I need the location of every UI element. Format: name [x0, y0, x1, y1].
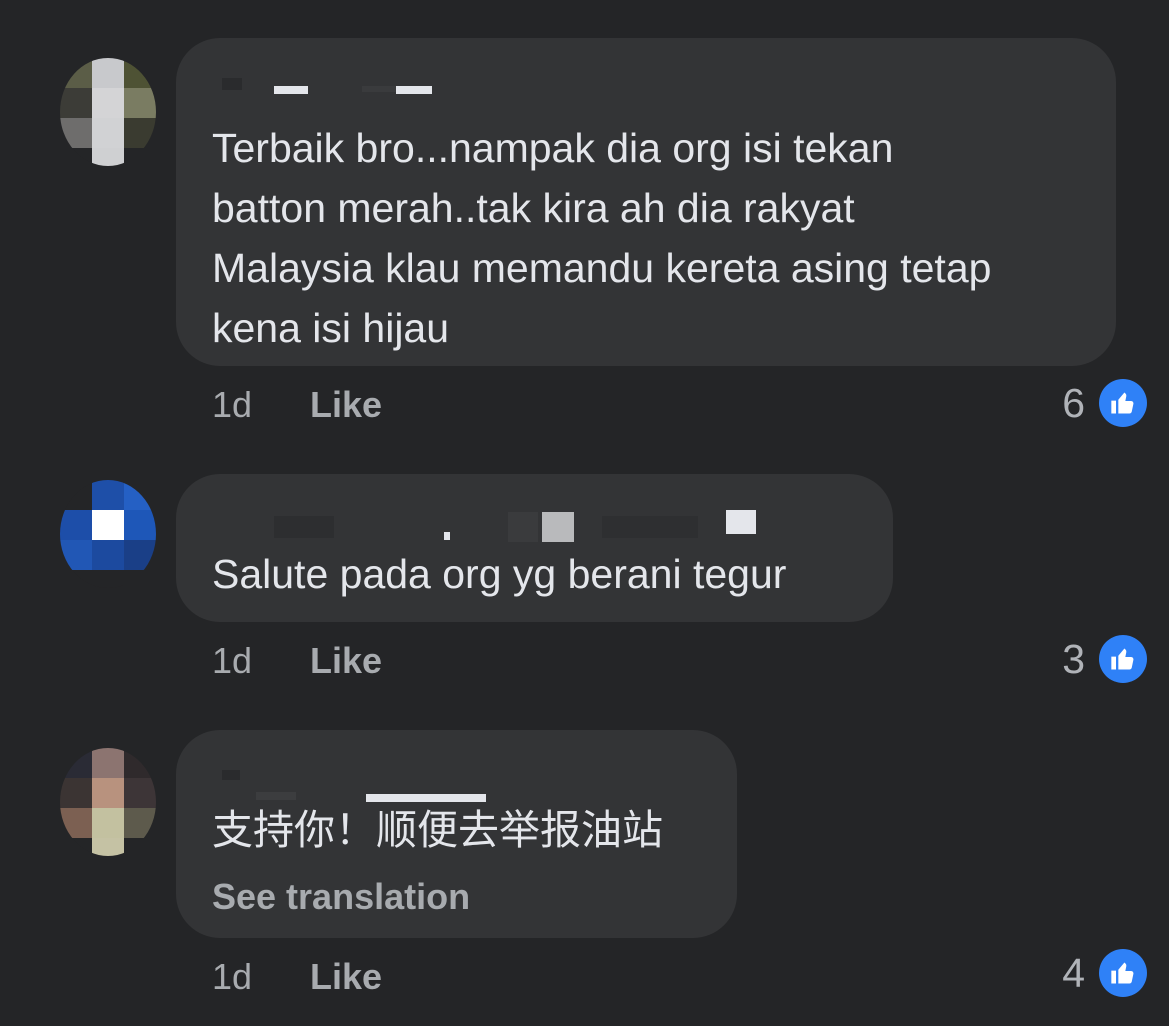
thumbs-up-icon	[1099, 635, 1147, 683]
comment-timestamp[interactable]: 1d	[212, 384, 300, 426]
comment-meta: 1d Like	[212, 640, 382, 682]
comment-bubble: 支持你！顺便去举报油站 See translation	[176, 730, 737, 938]
author-name-redacted[interactable]	[212, 492, 756, 542]
comment-text-line: 支持你！顺便去举报油站	[212, 807, 663, 853]
comment-text: 支持你！顺便去举报油站	[212, 800, 663, 860]
author-name-redacted[interactable]	[212, 56, 512, 96]
reaction-summary[interactable]: 3	[1062, 634, 1147, 684]
comment-text-line: Terbaik bro...nampak dia org isi tekan	[212, 125, 894, 171]
comment-text-line: Malaysia klau memandu kereta asing tetap	[212, 245, 992, 291]
reaction-count: 4	[1062, 949, 1085, 996]
reaction-count: 3	[1062, 635, 1085, 682]
comment-text: Terbaik bro...nampak dia org isi tekan b…	[212, 118, 991, 358]
like-button[interactable]: Like	[310, 956, 382, 997]
like-button[interactable]: Like	[310, 640, 382, 681]
avatar[interactable]	[60, 748, 156, 856]
comment-meta: 1d Like	[212, 384, 382, 426]
see-translation-link[interactable]: See translation	[212, 876, 470, 918]
comment-meta: 1d Like	[212, 956, 382, 998]
avatar[interactable]	[60, 480, 156, 588]
comment-bubble: Terbaik bro...nampak dia org isi tekan b…	[176, 38, 1116, 366]
comment-text-line: Salute pada org yg berani tegur	[212, 551, 787, 597]
author-name-redacted[interactable]	[212, 748, 486, 802]
thumbs-up-icon	[1099, 949, 1147, 997]
comment-timestamp[interactable]: 1d	[212, 640, 300, 682]
like-button[interactable]: Like	[310, 384, 382, 425]
comments-thread: Terbaik bro...nampak dia org isi tekan b…	[0, 0, 1169, 1026]
reaction-summary[interactable]: 6	[1062, 378, 1147, 428]
comment-text-line: kena isi hijau	[212, 305, 450, 351]
thumbs-up-icon	[1099, 379, 1147, 427]
comment-timestamp[interactable]: 1d	[212, 956, 300, 998]
comment-text-line: batton merah..tak kira ah dia rakyat	[212, 185, 855, 231]
comment-bubble: Salute pada org yg berani tegur	[176, 474, 893, 622]
avatar[interactable]	[60, 58, 156, 166]
reaction-summary[interactable]: 4	[1062, 948, 1147, 998]
reaction-count: 6	[1062, 379, 1085, 426]
comment-text: Salute pada org yg berani tegur	[212, 544, 786, 604]
